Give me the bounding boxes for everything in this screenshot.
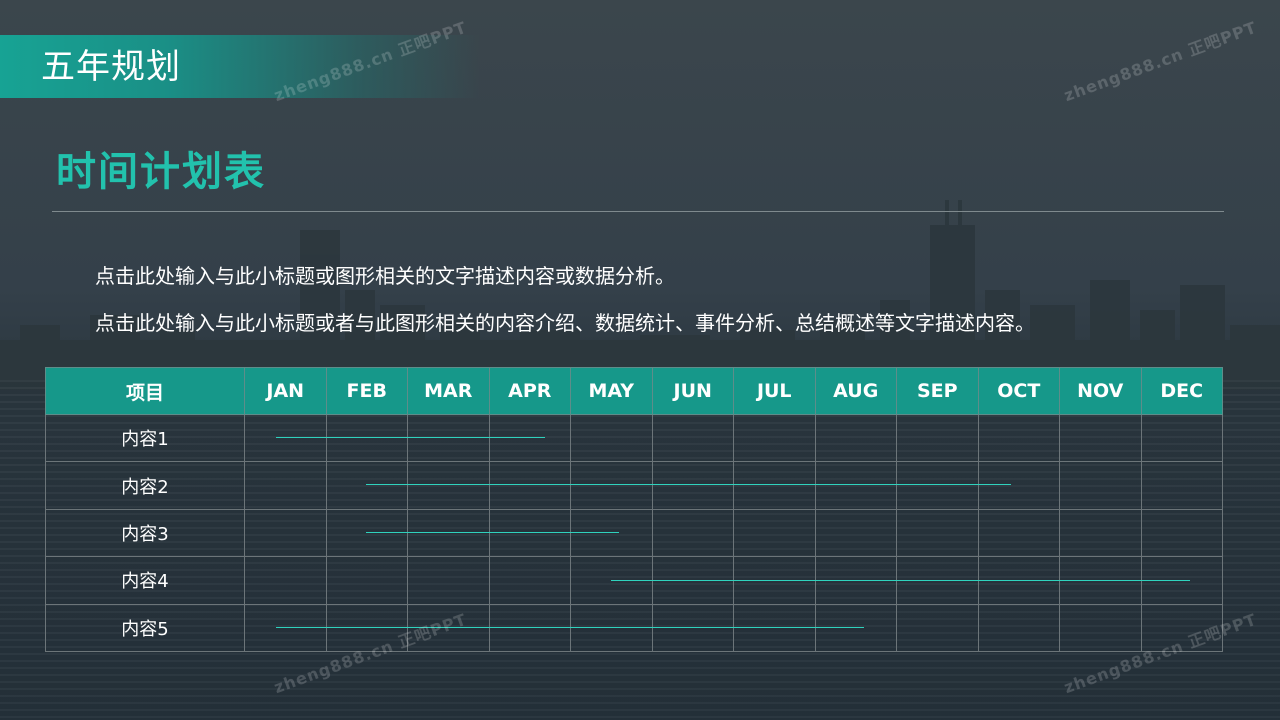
- month-cell: [651, 508, 734, 558]
- column-header: FEB: [325, 367, 408, 415]
- table-row: 内容4: [45, 556, 1223, 605]
- page-title: 五年规划: [41, 47, 181, 87]
- month-cell: [977, 508, 1060, 558]
- month-cell: [325, 556, 408, 605]
- month-cell: [814, 413, 897, 463]
- month-cell: [488, 603, 571, 653]
- table-row: 内容2: [45, 461, 1223, 510]
- month-cell: [407, 413, 490, 463]
- row-label: 内容4: [45, 556, 245, 605]
- column-header: JUL: [733, 367, 816, 415]
- month-cell: [733, 508, 816, 558]
- table-row: 内容3: [45, 508, 1223, 558]
- month-cell: [1140, 413, 1223, 463]
- month-cell: [977, 461, 1060, 510]
- title-divider: [52, 211, 1224, 212]
- month-cell: [244, 461, 327, 510]
- month-cell: [325, 508, 408, 558]
- column-header: NOV: [1059, 367, 1142, 415]
- month-cell: [814, 461, 897, 510]
- month-cell: [570, 603, 653, 653]
- month-cell: [570, 556, 653, 605]
- month-cell: [1140, 461, 1223, 510]
- month-cell: [977, 413, 1060, 463]
- month-cell: [325, 461, 408, 510]
- month-cell: [488, 556, 571, 605]
- month-cell: [977, 603, 1060, 653]
- month-cell: [1059, 461, 1142, 510]
- description-line-1: 点击此处输入与此小标题或图形相关的文字描述内容或数据分析。: [95, 264, 675, 288]
- month-cell: [896, 603, 979, 653]
- column-header: SEP: [896, 367, 979, 415]
- column-header: MAY: [570, 367, 653, 415]
- month-cell: [488, 508, 571, 558]
- month-cell: [733, 413, 816, 463]
- month-cell: [814, 508, 897, 558]
- column-header: OCT: [977, 367, 1060, 415]
- month-cell: [244, 603, 327, 653]
- month-cell: [244, 508, 327, 558]
- month-cell: [325, 413, 408, 463]
- month-cell: [896, 461, 979, 510]
- month-cell: [814, 556, 897, 605]
- month-cell: [896, 508, 979, 558]
- month-cell: [407, 461, 490, 510]
- section-title: 时间计划表: [56, 149, 266, 195]
- month-cell: [407, 508, 490, 558]
- month-cell: [570, 508, 653, 558]
- month-cell: [651, 461, 734, 510]
- column-header: APR: [488, 367, 571, 415]
- column-header: JUN: [651, 367, 734, 415]
- month-cell: [1059, 603, 1142, 653]
- column-header: JAN: [244, 367, 327, 415]
- month-cell: [896, 556, 979, 605]
- row-label: 内容2: [45, 461, 245, 510]
- column-header: MAR: [407, 367, 490, 415]
- table-row: 内容1: [45, 413, 1223, 463]
- month-cell: [1059, 508, 1142, 558]
- schedule-table: 项目 JAN FEB MAR APR MAY JUN JUL AUG SEP O…: [45, 367, 1223, 653]
- month-cell: [651, 556, 734, 605]
- month-cell: [488, 413, 571, 463]
- month-cell: [733, 603, 816, 653]
- month-cell: [407, 556, 490, 605]
- month-cell: [814, 603, 897, 653]
- month-cell: [1059, 556, 1142, 605]
- table-header-row: 项目 JAN FEB MAR APR MAY JUN JUL AUG SEP O…: [45, 367, 1223, 415]
- row-label: 内容5: [45, 603, 245, 653]
- month-cell: [977, 556, 1060, 605]
- column-header: AUG: [814, 367, 897, 415]
- month-cell: [244, 556, 327, 605]
- row-label: 内容3: [45, 508, 245, 558]
- month-cell: [570, 461, 653, 510]
- column-header: 项目: [45, 367, 245, 415]
- month-cell: [733, 556, 816, 605]
- table-row: 内容5: [45, 603, 1223, 653]
- month-cell: [1059, 413, 1142, 463]
- month-cell: [733, 461, 816, 510]
- month-cell: [244, 413, 327, 463]
- row-label: 内容1: [45, 413, 245, 463]
- column-header: DEC: [1140, 367, 1223, 415]
- month-cell: [570, 413, 653, 463]
- month-cell: [1140, 508, 1223, 558]
- city-skyline-background: [0, 200, 1280, 390]
- month-cell: [1140, 556, 1223, 605]
- month-cell: [896, 413, 979, 463]
- description-line-2: 点击此处输入与此小标题或者与此图形相关的内容介绍、数据统计、事件分析、总结概述等…: [95, 311, 1035, 335]
- month-cell: [651, 413, 734, 463]
- month-cell: [651, 603, 734, 653]
- month-cell: [488, 461, 571, 510]
